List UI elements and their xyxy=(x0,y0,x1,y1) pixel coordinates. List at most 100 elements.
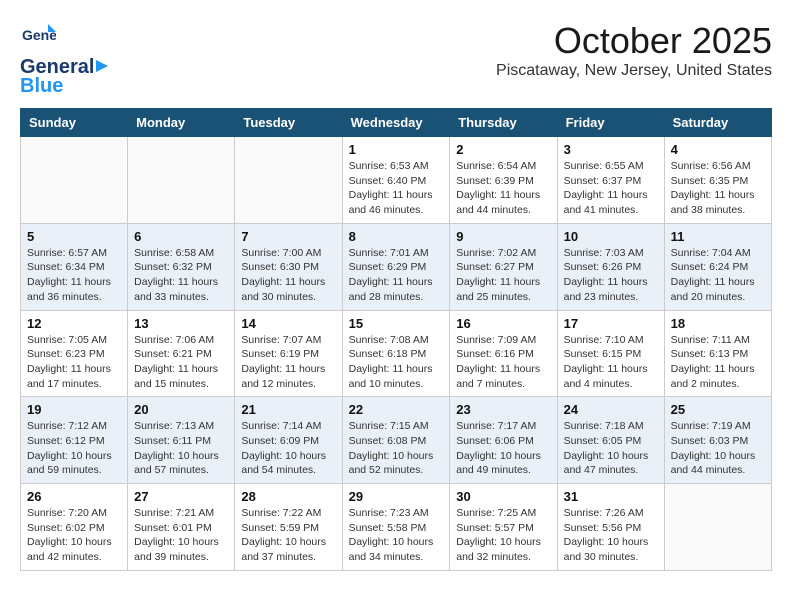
day-info: Sunrise: 7:07 AM Sunset: 6:19 PM Dayligh… xyxy=(241,333,335,392)
logo-arrow-icon xyxy=(94,58,110,74)
day-number: 8 xyxy=(349,229,444,244)
calendar-cell: 13 Sunrise: 7:06 AM Sunset: 6:21 PM Dayli… xyxy=(128,310,235,397)
calendar-cell: 14 Sunrise: 7:07 AM Sunset: 6:19 PM Dayli… xyxy=(235,310,342,397)
day-number: 2 xyxy=(456,142,550,157)
day-info: Sunrise: 7:08 AM Sunset: 6:18 PM Dayligh… xyxy=(349,333,444,392)
calendar-cell: 4 Sunrise: 6:56 AM Sunset: 6:35 PM Daylig… xyxy=(664,137,771,224)
calendar-cell: 18 Sunrise: 7:11 AM Sunset: 6:13 PM Dayli… xyxy=(664,310,771,397)
calendar-cell: 16 Sunrise: 7:09 AM Sunset: 6:16 PM Dayli… xyxy=(450,310,557,397)
day-info: Sunrise: 7:15 AM Sunset: 6:08 PM Dayligh… xyxy=(349,419,444,478)
calendar-cell: 10 Sunrise: 7:03 AM Sunset: 6:26 PM Dayli… xyxy=(557,223,664,310)
calendar-cell: 2Sunrise: 6:54 AM Sunset: 6:39 PM Daylig… xyxy=(450,137,557,224)
calendar-cell: 28 Sunrise: 7:22 AM Sunset: 5:59 PM Dayli… xyxy=(235,484,342,571)
calendar-cell xyxy=(21,137,128,224)
calendar-cell: 19 Sunrise: 7:12 AM Sunset: 6:12 PM Dayli… xyxy=(21,397,128,484)
weekday-header-friday: Friday xyxy=(557,109,664,137)
day-info: Sunrise: 7:11 AM Sunset: 6:13 PM Dayligh… xyxy=(671,333,765,392)
calendar-cell: 17 Sunrise: 7:10 AM Sunset: 6:15 PM Dayli… xyxy=(557,310,664,397)
title-area: October 2025 Piscataway, New Jersey, Uni… xyxy=(496,20,772,80)
day-number: 20 xyxy=(134,402,228,417)
calendar-cell: 23 Sunrise: 7:17 AM Sunset: 6:06 PM Dayli… xyxy=(450,397,557,484)
calendar-cell xyxy=(664,484,771,571)
calendar-cell: 5 Sunrise: 6:57 AM Sunset: 6:34 PM Daylig… xyxy=(21,223,128,310)
calendar-cell: 21 Sunrise: 7:14 AM Sunset: 6:09 PM Dayli… xyxy=(235,397,342,484)
calendar-cell: 8 Sunrise: 7:01 AM Sunset: 6:29 PM Daylig… xyxy=(342,223,450,310)
day-number: 1 xyxy=(349,142,444,157)
day-info: Sunrise: 7:05 AM Sunset: 6:23 PM Dayligh… xyxy=(27,333,121,392)
day-number: 9 xyxy=(456,229,550,244)
day-info: Sunrise: 7:10 AM Sunset: 6:15 PM Dayligh… xyxy=(564,333,658,392)
day-number: 7 xyxy=(241,229,335,244)
calendar-cell: 29Sunrise: 7:23 AM Sunset: 5:58 PM Dayli… xyxy=(342,484,450,571)
day-number: 6 xyxy=(134,229,228,244)
calendar-cell: 1 Sunrise: 6:53 AM Sunset: 6:40 PM Daylig… xyxy=(342,137,450,224)
calendar-cell: 20Sunrise: 7:13 AM Sunset: 6:11 PM Dayli… xyxy=(128,397,235,484)
page-header: General General Blue October 2025 Piscat… xyxy=(20,20,772,98)
weekday-header-tuesday: Tuesday xyxy=(235,109,342,137)
day-info: Sunrise: 7:01 AM Sunset: 6:29 PM Dayligh… xyxy=(349,246,444,305)
location-label: Piscataway, New Jersey, United States xyxy=(496,62,772,80)
day-number: 23 xyxy=(456,402,550,417)
calendar-cell: 11 Sunrise: 7:04 AM Sunset: 6:24 PM Dayli… xyxy=(664,223,771,310)
day-number: 14 xyxy=(241,316,335,331)
day-number: 30 xyxy=(456,489,550,504)
calendar-cell xyxy=(128,137,235,224)
calendar-cell: 3Sunrise: 6:55 AM Sunset: 6:37 PM Daylig… xyxy=(557,137,664,224)
logo-icon: General xyxy=(20,20,56,56)
day-info: Sunrise: 6:56 AM Sunset: 6:35 PM Dayligh… xyxy=(671,159,765,218)
calendar-cell: 26 Sunrise: 7:20 AM Sunset: 6:02 PM Dayli… xyxy=(21,484,128,571)
day-info: Sunrise: 6:57 AM Sunset: 6:34 PM Dayligh… xyxy=(27,246,121,305)
day-number: 28 xyxy=(241,489,335,504)
day-info: Sunrise: 7:06 AM Sunset: 6:21 PM Dayligh… xyxy=(134,333,228,392)
weekday-header-wednesday: Wednesday xyxy=(342,109,450,137)
day-info: Sunrise: 6:53 AM Sunset: 6:40 PM Dayligh… xyxy=(349,159,444,218)
day-number: 17 xyxy=(564,316,658,331)
day-number: 13 xyxy=(134,316,228,331)
logo: General General Blue xyxy=(20,20,110,98)
day-info: Sunrise: 7:20 AM Sunset: 6:02 PM Dayligh… xyxy=(27,506,121,565)
day-number: 5 xyxy=(27,229,121,244)
weekday-header-saturday: Saturday xyxy=(664,109,771,137)
day-info: Sunrise: 7:21 AM Sunset: 6:01 PM Dayligh… xyxy=(134,506,228,565)
day-number: 12 xyxy=(27,316,121,331)
calendar-cell: 24 Sunrise: 7:18 AM Sunset: 6:05 PM Dayli… xyxy=(557,397,664,484)
day-number: 24 xyxy=(564,402,658,417)
day-number: 29 xyxy=(349,489,444,504)
day-number: 25 xyxy=(671,402,765,417)
calendar-cell: 7 Sunrise: 7:00 AM Sunset: 6:30 PM Daylig… xyxy=(235,223,342,310)
day-info: Sunrise: 7:17 AM Sunset: 6:06 PM Dayligh… xyxy=(456,419,550,478)
calendar-week-row: 26 Sunrise: 7:20 AM Sunset: 6:02 PM Dayli… xyxy=(21,484,772,571)
day-number: 16 xyxy=(456,316,550,331)
day-number: 31 xyxy=(564,489,658,504)
day-info: Sunrise: 7:00 AM Sunset: 6:30 PM Dayligh… xyxy=(241,246,335,305)
calendar-cell: 31Sunrise: 7:26 AM Sunset: 5:56 PM Dayli… xyxy=(557,484,664,571)
day-number: 4 xyxy=(671,142,765,157)
day-info: Sunrise: 7:19 AM Sunset: 6:03 PM Dayligh… xyxy=(671,419,765,478)
calendar-cell: 22 Sunrise: 7:15 AM Sunset: 6:08 PM Dayli… xyxy=(342,397,450,484)
day-info: Sunrise: 7:03 AM Sunset: 6:26 PM Dayligh… xyxy=(564,246,658,305)
day-number: 27 xyxy=(134,489,228,504)
logo-blue: Blue xyxy=(20,75,63,98)
day-info: Sunrise: 7:09 AM Sunset: 6:16 PM Dayligh… xyxy=(456,333,550,392)
day-number: 18 xyxy=(671,316,765,331)
day-info: Sunrise: 7:12 AM Sunset: 6:12 PM Dayligh… xyxy=(27,419,121,478)
day-number: 21 xyxy=(241,402,335,417)
calendar-week-row: 12 Sunrise: 7:05 AM Sunset: 6:23 PM Dayli… xyxy=(21,310,772,397)
calendar-cell: 27 Sunrise: 7:21 AM Sunset: 6:01 PM Dayli… xyxy=(128,484,235,571)
day-info: Sunrise: 7:14 AM Sunset: 6:09 PM Dayligh… xyxy=(241,419,335,478)
day-number: 26 xyxy=(27,489,121,504)
day-number: 11 xyxy=(671,229,765,244)
day-info: Sunrise: 6:55 AM Sunset: 6:37 PM Dayligh… xyxy=(564,159,658,218)
calendar-cell: 30Sunrise: 7:25 AM Sunset: 5:57 PM Dayli… xyxy=(450,484,557,571)
calendar-cell: 12 Sunrise: 7:05 AM Sunset: 6:23 PM Dayli… xyxy=(21,310,128,397)
day-number: 19 xyxy=(27,402,121,417)
weekday-header-monday: Monday xyxy=(128,109,235,137)
calendar-cell: 25 Sunrise: 7:19 AM Sunset: 6:03 PM Dayli… xyxy=(664,397,771,484)
day-number: 10 xyxy=(564,229,658,244)
calendar-cell: 15Sunrise: 7:08 AM Sunset: 6:18 PM Dayli… xyxy=(342,310,450,397)
day-info: Sunrise: 7:04 AM Sunset: 6:24 PM Dayligh… xyxy=(671,246,765,305)
calendar-week-row: 5 Sunrise: 6:57 AM Sunset: 6:34 PM Daylig… xyxy=(21,223,772,310)
day-info: Sunrise: 7:18 AM Sunset: 6:05 PM Dayligh… xyxy=(564,419,658,478)
day-number: 22 xyxy=(349,402,444,417)
day-info: Sunrise: 7:22 AM Sunset: 5:59 PM Dayligh… xyxy=(241,506,335,565)
